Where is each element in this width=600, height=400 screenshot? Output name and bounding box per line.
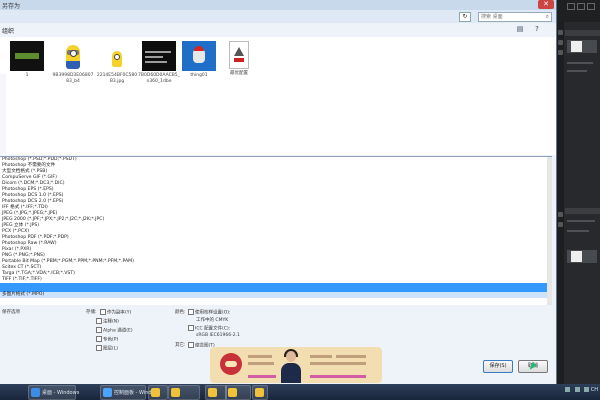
app-icon: [228, 388, 237, 397]
tool-icon[interactable]: [558, 212, 563, 217]
watermark-ad: [210, 347, 382, 383]
maximize-icon[interactable]: [577, 3, 585, 10]
option-text: sRGB IEC61966-2.1: [196, 333, 240, 338]
tray-language[interactable]: CH: [591, 387, 598, 393]
image-thumbnail: [10, 41, 44, 71]
color-label: 颜色:: [175, 310, 186, 315]
file-name: 2214E54BF0C580B3.jpg: [96, 73, 138, 84]
option-checkbox[interactable]: Alpha 通道(E): [96, 327, 133, 334]
close-icon[interactable]: [587, 3, 595, 10]
minion-thumbnail: [100, 41, 134, 71]
file-item[interactable]: 1: [6, 41, 48, 79]
file-item[interactable]: 最优配置: [218, 41, 260, 77]
option-checkbox[interactable]: 作为副本(Y): [100, 309, 131, 316]
search-icon: ⌕: [545, 13, 549, 20]
other-label: 其它:: [175, 343, 186, 348]
help-icon[interactable]: ?: [532, 25, 542, 34]
minimize-icon[interactable]: [567, 3, 575, 10]
layer-thumbnail: [571, 41, 582, 52]
format-dropdown-list[interactable]: Photoshop (*.PSD;*.PDD;*.PSDT) Photoshop …: [0, 156, 552, 306]
file-name: 7B0D60D0AACB5_n360_1dbe: [138, 73, 180, 84]
refresh-icon[interactable]: ↻: [459, 12, 471, 22]
panel-header[interactable]: [565, 208, 600, 214]
app-icon: [31, 388, 40, 397]
save-options-label: 保存选项: [2, 310, 20, 315]
format-option-highlighted[interactable]: [0, 283, 552, 292]
taskbar-item[interactable]: [205, 385, 227, 400]
organize-button[interactable]: 组织: [2, 26, 14, 35]
minion-thumbnail: [56, 41, 90, 71]
app-icon: [171, 388, 180, 397]
taskbar-item[interactable]: 控制面板 - Wind: [100, 385, 152, 400]
dialog-title: 另存为: [2, 3, 21, 10]
file-name: 9B3998D3E0680783_b4: [52, 73, 94, 84]
store-label: 存储:: [86, 310, 97, 315]
option-checkbox[interactable]: ICC 配置文件(C):: [188, 325, 230, 332]
taskbar-item[interactable]: 桌面 - Windows: [28, 385, 80, 400]
file-list: 1 9B3998D3E0680783_b4 2214E54BF0C580B3.j…: [0, 37, 556, 192]
save-button[interactable]: 保存(S): [483, 360, 513, 373]
close-icon[interactable]: ✕: [538, 0, 554, 9]
image-thumbnail: [182, 41, 216, 71]
option-checkbox[interactable]: 使用校样设置(O):: [188, 309, 231, 316]
system-tray: CH: [562, 387, 598, 393]
logo-icon: [220, 353, 242, 375]
save-as-dialog: 另存为 ✕ ↻ 搜索 桌面 ⌕ 组织 ▤ ? 1 9B3998D3E068078…: [0, 0, 557, 384]
format-option[interactable]: 多图片格式 (*.MPO): [0, 292, 552, 298]
tool-icon[interactable]: [558, 30, 563, 35]
app-icon: [208, 388, 217, 397]
tray-icon[interactable]: [564, 387, 570, 392]
app-icon: [103, 388, 112, 397]
option-checkbox[interactable]: 图层(L): [96, 345, 118, 352]
tool-icon[interactable]: [558, 50, 563, 55]
search-input[interactable]: 搜索 桌面 ⌕: [478, 12, 552, 22]
file-item[interactable]: 9B3998D3E0680783_b4: [52, 41, 94, 85]
panel-header[interactable]: [565, 30, 600, 36]
document-icon: [229, 41, 249, 69]
taskbar-item-label: 桌面 - Windows: [42, 390, 80, 396]
taskbar-item[interactable]: [225, 385, 251, 400]
file-name: thing01: [190, 73, 208, 78]
person-photo: [278, 349, 304, 383]
tool-icon[interactable]: [558, 222, 563, 227]
dialog-titlebar: 另存为 ✕: [0, 0, 556, 10]
image-thumbnail: [142, 41, 176, 71]
dialog-toolbar: 组织 ▤ ?: [0, 23, 556, 38]
taskbar-item-label: 控制面板 - Wind: [114, 390, 152, 396]
tray-icon[interactable]: [584, 387, 590, 392]
taskbar-item[interactable]: [148, 385, 168, 400]
address-bar: ↻ 搜索 桌面 ⌕: [0, 10, 556, 24]
taskbar-item[interactable]: [168, 385, 200, 400]
file-name: 1: [25, 73, 29, 78]
option-text: 工作中的 CMYK: [196, 318, 229, 323]
tool-icon[interactable]: [558, 40, 563, 45]
option-checkbox[interactable]: 注释(N): [96, 318, 119, 325]
file-item[interactable]: 2214E54BF0C580B3.jpg: [96, 41, 138, 85]
view-options-icon[interactable]: ▤: [515, 25, 525, 34]
option-checkbox[interactable]: 专色(P): [96, 336, 118, 343]
file-item[interactable]: 7B0D60D0AACB5_n360_1dbe: [138, 41, 180, 85]
tool-strip: [557, 0, 564, 384]
layer-thumbnail: [571, 251, 582, 262]
taskbar: 桌面 - Windows 控制面板 - Wind CH: [0, 384, 600, 400]
window-controls: [557, 0, 600, 22]
file-item[interactable]: thing01: [178, 41, 220, 79]
taskbar-item[interactable]: [252, 385, 268, 400]
app-icon: [151, 388, 160, 397]
file-name: 最优配置: [230, 71, 248, 76]
app-icon: [255, 388, 264, 397]
tray-icon[interactable]: [574, 387, 580, 392]
search-placeholder: 搜索 桌面: [481, 14, 503, 20]
photoshop-side-panels: [557, 0, 600, 384]
scrollbar[interactable]: [547, 157, 552, 305]
